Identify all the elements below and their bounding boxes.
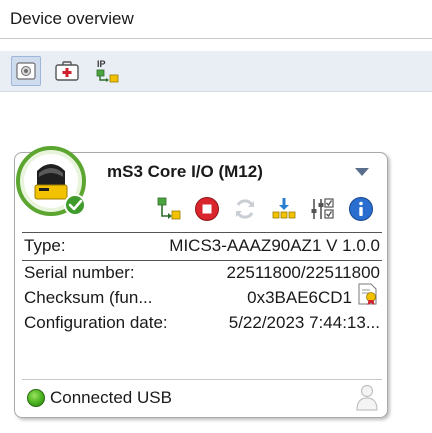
user-icon[interactable]: [355, 383, 379, 411]
svg-text:IP: IP: [97, 59, 106, 69]
stop-icon: [195, 197, 219, 221]
ip-transfer-icon: IP: [96, 59, 119, 83]
download-button[interactable]: [270, 195, 298, 223]
configuration-date-value: 5/22/2023 7:44:13...: [228, 313, 380, 332]
device-actions: [155, 195, 379, 225]
connection-status-icon: [27, 389, 45, 407]
settings-button[interactable]: [308, 195, 336, 223]
connection-status: Connected USB: [50, 388, 172, 407]
info-button[interactable]: [347, 195, 375, 223]
first-aid-icon: [55, 61, 79, 81]
toolbar: IP: [0, 51, 432, 92]
device-card[interactable]: mS3 Core I/O (M12) Type: MICS3-AAAZ90AZ1…: [14, 146, 388, 418]
divider: [22, 232, 382, 233]
checksum-certificate-icon[interactable]: [356, 282, 380, 306]
overview-icon: [16, 62, 36, 80]
stop-button[interactable]: [193, 195, 221, 223]
checksum-label: Checksum (fun...: [24, 288, 153, 307]
chevron-down-icon[interactable]: [354, 166, 370, 178]
configuration-date-label: Configuration date:: [24, 313, 168, 332]
title-divider: [0, 38, 432, 39]
download-icon: [272, 198, 296, 219]
serial-number-label: Serial number:: [24, 263, 135, 282]
settings-icon: [311, 198, 334, 219]
serial-number-value: 22511800/22511800: [226, 263, 380, 282]
page-title: Device overview: [10, 9, 134, 28]
divider: [22, 260, 382, 261]
device-avatar: [16, 146, 86, 216]
refresh-button[interactable]: [231, 195, 259, 223]
device-name: mS3 Core I/O (M12): [107, 162, 263, 181]
divider: [22, 379, 382, 380]
info-icon: [349, 197, 373, 221]
type-label: Type:: [24, 236, 66, 255]
transfer-button[interactable]: [155, 195, 183, 223]
transfer-icon: [157, 197, 181, 220]
ip-transfer-button[interactable]: IP: [93, 56, 123, 86]
checksum-value: 0x3BAE6CD1: [247, 288, 352, 307]
overview-button[interactable]: [11, 56, 41, 86]
refresh-icon: [236, 199, 254, 219]
diagnostics-button[interactable]: [52, 56, 82, 86]
type-value: MICS3-AAAZ90AZ1 V 1.0.0: [169, 236, 380, 255]
